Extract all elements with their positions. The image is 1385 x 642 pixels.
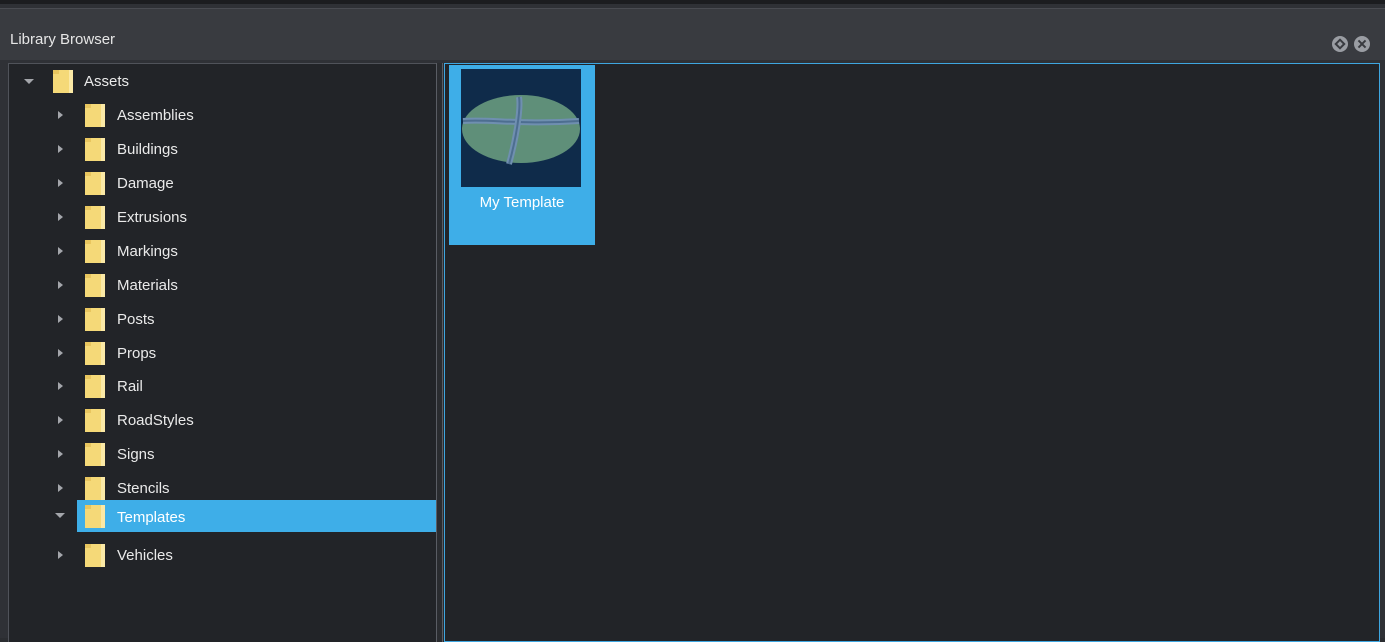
folder-icon — [53, 70, 73, 93]
tree-item-label: Signs — [117, 446, 155, 463]
close-icon[interactable] — [1354, 36, 1370, 52]
tree-item-stencils[interactable]: Stencils — [58, 473, 436, 503]
tree-item-label: Props — [117, 345, 157, 362]
tree-item-posts[interactable]: Posts — [58, 304, 436, 334]
folder-tree[interactable]: Assets Assemblies Buildings Damage Extru… — [8, 63, 436, 642]
tree-item-rail[interactable]: Rail — [58, 371, 436, 401]
folder-icon — [85, 138, 105, 161]
folder-icon — [85, 104, 105, 127]
window-title: Library Browser — [10, 31, 116, 48]
tree-item-signs[interactable]: Signs — [58, 439, 436, 469]
tree-item-buildings[interactable]: Buildings — [58, 134, 436, 164]
tree-item-label: Materials — [117, 277, 178, 294]
tree-item-damage[interactable]: Damage — [58, 168, 436, 198]
asset-tile-label: My Template — [479, 194, 565, 211]
tree-item-label: RoadStyles — [117, 412, 194, 429]
expand-arrow-icon[interactable] — [58, 281, 63, 289]
folder-icon — [85, 274, 105, 297]
folder-icon — [85, 409, 105, 432]
expand-arrow-icon[interactable] — [58, 416, 63, 424]
tree-item-label: Vehicles — [117, 547, 173, 564]
folder-icon — [85, 308, 105, 331]
tree-item-label: Extrusions — [117, 209, 188, 226]
expand-arrow-icon[interactable] — [58, 247, 63, 255]
expand-arrow-icon[interactable] — [58, 382, 63, 390]
tree-item-label: Stencils — [117, 480, 170, 497]
expand-arrow-icon[interactable] — [58, 551, 63, 559]
tree-item-label: Markings — [117, 243, 178, 260]
tree-item-label: Rail — [117, 378, 143, 395]
tree-item-props[interactable]: Props — [58, 338, 436, 368]
folder-icon — [85, 375, 105, 398]
expand-arrow-icon[interactable] — [58, 484, 63, 492]
asset-tile-my-template[interactable]: My Template — [449, 65, 595, 245]
tree-item-vehicles[interactable]: Vehicles — [58, 540, 436, 570]
folder-icon — [85, 505, 105, 528]
float-icon[interactable] — [1332, 36, 1348, 52]
folder-icon — [85, 342, 105, 365]
tree-item-label: Assets — [84, 73, 130, 90]
expand-arrow-icon[interactable] — [58, 145, 63, 153]
tree-item-assemblies[interactable]: Assemblies — [58, 100, 436, 130]
library-browser-panel: Library Browser Assets Assemblies Buildi… — [0, 0, 1385, 642]
tree-item-label: Damage — [117, 175, 174, 192]
tree-item-label: Assemblies — [117, 107, 194, 124]
tree-item-extrusions[interactable]: Extrusions — [58, 202, 436, 232]
folder-icon — [85, 477, 105, 500]
panel-splitter[interactable] — [436, 63, 444, 642]
expand-arrow-icon[interactable] — [58, 111, 63, 119]
folder-icon — [85, 206, 105, 229]
asset-grid[interactable]: My Template — [444, 63, 1380, 642]
expand-arrow-icon[interactable] — [58, 179, 63, 187]
tree-item-assets[interactable]: Assets — [9, 66, 436, 96]
expand-arrow-icon[interactable] — [58, 349, 63, 357]
tree-item-label: Buildings — [117, 141, 178, 158]
tree-item-materials[interactable]: Materials — [58, 270, 436, 300]
tree-item-label: Templates — [117, 509, 186, 526]
expand-arrow-icon[interactable] — [58, 450, 63, 458]
expand-arrow-icon[interactable] — [58, 213, 63, 221]
folder-icon — [85, 172, 105, 195]
tree-item-roadstyles[interactable]: RoadStyles — [58, 405, 436, 435]
folder-icon — [85, 544, 105, 567]
title-bar[interactable]: Library Browser — [0, 8, 1385, 60]
road-intersection-thumbnail — [461, 69, 581, 187]
expand-arrow-icon[interactable] — [58, 315, 63, 323]
folder-icon — [85, 240, 105, 263]
folder-icon — [85, 443, 105, 466]
expand-arrow-icon[interactable] — [55, 513, 65, 518]
expand-arrow-icon[interactable] — [24, 79, 34, 84]
tree-item-label: Posts — [117, 311, 155, 328]
tree-item-markings[interactable]: Markings — [58, 236, 436, 266]
tree-item-templates[interactable]: Templates — [55, 500, 436, 532]
